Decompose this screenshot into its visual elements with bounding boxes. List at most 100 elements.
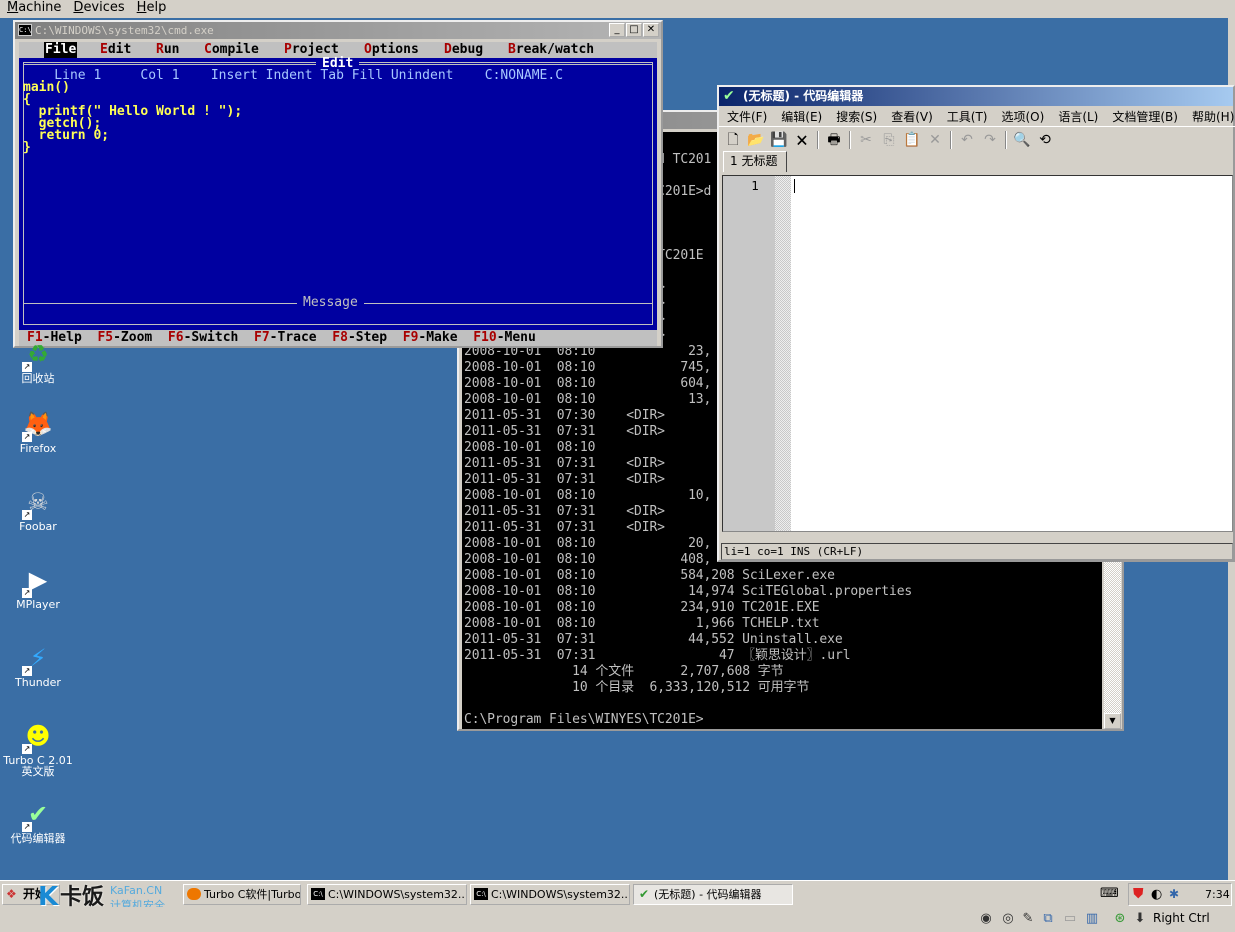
editor-menu-item[interactable]: 文档管理(B) xyxy=(1112,107,1178,126)
tc-menu-compile[interactable]: Compile xyxy=(204,42,259,58)
copy-icon[interactable]: ⎘ xyxy=(879,130,899,150)
editor-menu-item[interactable]: 帮助(H) xyxy=(1192,107,1234,126)
find-icon[interactable]: 🔍 xyxy=(1012,130,1032,150)
tray-app-icon[interactable]: ◐ xyxy=(1151,884,1162,905)
tc-menu-options[interactable]: Options xyxy=(364,42,419,58)
taskbar-button-editor[interactable]: ✔ (无标题) - 代码编辑器 xyxy=(633,884,793,905)
replace-icon[interactable]: ⟲ xyxy=(1035,130,1055,150)
menu-machine[interactable]: Machine xyxy=(7,0,61,18)
host-key-icon[interactable]: ⬇ xyxy=(1132,911,1148,927)
minimize-button[interactable]: _ xyxy=(609,23,625,37)
tc-titlebar[interactable]: C:\ C:\WINDOWS\system32\cmd.exe _ □ ✕ xyxy=(15,22,661,39)
browser-icon xyxy=(187,888,201,900)
tc-menu-file[interactable]: File xyxy=(44,42,78,58)
editor-menu-item[interactable]: 语言(L) xyxy=(1058,107,1098,126)
code-editor-window[interactable]: ✔ (无标题) - 代码编辑器 文件(F) 编辑(E) 搜索(S) 查看(V) 工具(T… xyxy=(717,85,1235,562)
tc-menu-break-watch[interactable]: Break/watch xyxy=(508,42,594,58)
print-icon[interactable]: 🖶 xyxy=(824,130,844,150)
maximize-button[interactable]: □ xyxy=(626,23,642,37)
fkey-action: -Step xyxy=(347,330,388,345)
optical-drive-icon[interactable]: ◎ xyxy=(1000,911,1016,927)
keyboard-icon[interactable]: ⌨ xyxy=(1100,886,1119,901)
editor-menu-item[interactable]: 编辑(E) xyxy=(781,107,822,126)
source-code[interactable]: main() { printf(" Hello World ! "); getc… xyxy=(23,81,242,154)
fkey-f7[interactable]: F7-Trace xyxy=(254,330,317,345)
fkey-f8[interactable]: F8-Step xyxy=(332,330,387,345)
console-line: 2008-10-01 08:10 13, xyxy=(464,392,712,407)
desktop-icon-label: 回收站 xyxy=(21,372,55,385)
shared-folder-icon[interactable]: ▭ xyxy=(1062,911,1078,927)
menu-label: roject xyxy=(291,42,339,57)
taskbar-button-cmd-2[interactable]: C:\ C:\WINDOWS\system32... xyxy=(470,884,630,905)
desktop-icon-label: MPlayer xyxy=(16,598,60,611)
save-icon[interactable]: 💾 xyxy=(769,130,789,150)
turbo-c-window[interactable]: C:\ C:\WINDOWS\system32\cmd.exe _ □ ✕ Fi… xyxy=(13,20,663,348)
console-line: 2011-05-31 07:31 47 〖颖思设计〗.url xyxy=(464,648,851,663)
fkey-f5[interactable]: F5-Zoom xyxy=(97,330,152,345)
desktop-icon-4[interactable]: ⚡Thunder xyxy=(0,642,76,688)
open-icon[interactable]: 📂 xyxy=(746,130,766,150)
menu-devices[interactable]: Devices xyxy=(73,0,124,18)
paste-icon[interactable]: 📋 xyxy=(902,130,922,150)
editor-menu-item[interactable]: 搜索(S) xyxy=(836,107,877,126)
desktop-icon-label: Turbo C 2.01 英文版 xyxy=(3,754,73,778)
console-line: 2008-10-01 08:10 1,966 TCHELP.txt xyxy=(464,616,820,631)
desktop-icon-0[interactable]: ♻回收站 xyxy=(0,338,76,384)
menu-hotkey: F xyxy=(45,42,53,57)
desktop-icon-2[interactable]: ☠Foobar xyxy=(0,486,76,532)
close-icon[interactable]: 🗙 xyxy=(792,130,812,150)
scroll-down-button[interactable]: ▼ xyxy=(1104,713,1121,729)
code-area[interactable]: 1 xyxy=(722,175,1233,532)
network-adapter-icon[interactable]: ⧉ xyxy=(1040,911,1056,927)
clock[interactable]: 7:34 xyxy=(1205,884,1230,905)
redo-icon[interactable]: ↷ xyxy=(980,130,1000,150)
tc-menu-debug[interactable]: Debug xyxy=(444,42,483,58)
desktop-icon-6[interactable]: ✔代码编辑器 xyxy=(0,798,76,844)
desktop-icon-3[interactable]: ▶MPlayer xyxy=(0,564,76,610)
tab-untitled[interactable]: 1 无标题 xyxy=(723,151,787,172)
tc-editor[interactable]: Edit Line 1 Col 1 Insert Indent Tab Fill… xyxy=(19,57,657,330)
display-icon[interactable]: ▥ xyxy=(1084,911,1100,927)
editor-titlebar[interactable]: ✔ (无标题) - 代码编辑器 xyxy=(719,87,1233,106)
menu-label: ptions xyxy=(371,42,419,57)
menu-hotkey: R xyxy=(156,42,164,57)
menu-hotkey: C xyxy=(204,42,212,57)
cut-icon[interactable]: ✂ xyxy=(856,130,876,150)
editor-menu-item[interactable]: 文件(F) xyxy=(727,107,767,126)
editor-menu-item[interactable]: 工具(T) xyxy=(947,107,988,126)
editor-toolbar: 🗋 📂 💾 🗙 🖶 ✂ ⎘ 📋 ✕ ↶ ↷ 🔍 ⟲ xyxy=(723,129,1055,151)
undo-icon[interactable]: ↶ xyxy=(957,130,977,150)
menu-help[interactable]: Help xyxy=(137,0,167,18)
tc-menu-run[interactable]: Run xyxy=(156,42,179,58)
delete-icon[interactable]: ✕ xyxy=(925,130,945,150)
console-line: 2008-10-01 08:10 604, xyxy=(464,376,712,391)
editor-menu-item[interactable]: 查看(V) xyxy=(891,107,933,126)
taskbar-button-cmd-1[interactable]: C:\ C:\WINDOWS\system32... xyxy=(307,884,467,905)
console-line: 10 个目录 6,333,120,512 可用字节 xyxy=(464,680,810,695)
taskbar-button-turboc-web[interactable]: Turbo C软件|Turbo C... xyxy=(183,884,301,905)
menu-hotkey: O xyxy=(364,42,372,57)
host-key-label: Right Ctrl xyxy=(1153,911,1210,925)
editor-menu-item[interactable]: 选项(O) xyxy=(1002,107,1045,126)
fkey-f6[interactable]: F6-Switch xyxy=(168,330,238,345)
console-line: 14 个文件 2,707,608 字节 xyxy=(464,664,784,679)
shield-icon[interactable]: ⛊ xyxy=(1133,884,1144,905)
capture-icon[interactable]: ⊛ xyxy=(1112,911,1128,927)
network-icon[interactable]: ✱ xyxy=(1169,884,1179,905)
fkey-f10[interactable]: F10-Menu xyxy=(473,330,536,345)
desktop-icon-image: ⚡ xyxy=(22,642,54,676)
desktop-icon-label: Foobar xyxy=(19,520,57,533)
vbox-menubar: Machine Devices Help xyxy=(0,0,1235,18)
console-line: 2008-10-01 08:10 584,208 SciLexer.exe xyxy=(464,568,835,583)
hard-disk-icon[interactable]: ◉ xyxy=(978,911,994,927)
desktop-icon-5[interactable]: ☻Turbo C 2.01 英文版 xyxy=(0,720,76,777)
fkey-key: F10 xyxy=(473,330,497,345)
fkey-key: F7 xyxy=(254,330,270,345)
desktop-icon-1[interactable]: 🦊Firefox xyxy=(0,408,76,454)
fkey-f9[interactable]: F9-Make xyxy=(403,330,458,345)
new-icon[interactable]: 🗋 xyxy=(723,130,743,150)
close-button[interactable]: ✕ xyxy=(643,23,659,37)
usb-icon[interactable]: ✎ xyxy=(1020,911,1036,927)
start-button[interactable]: ❖ 开始 xyxy=(2,884,60,905)
tc-menu-edit[interactable]: Edit xyxy=(100,42,131,58)
